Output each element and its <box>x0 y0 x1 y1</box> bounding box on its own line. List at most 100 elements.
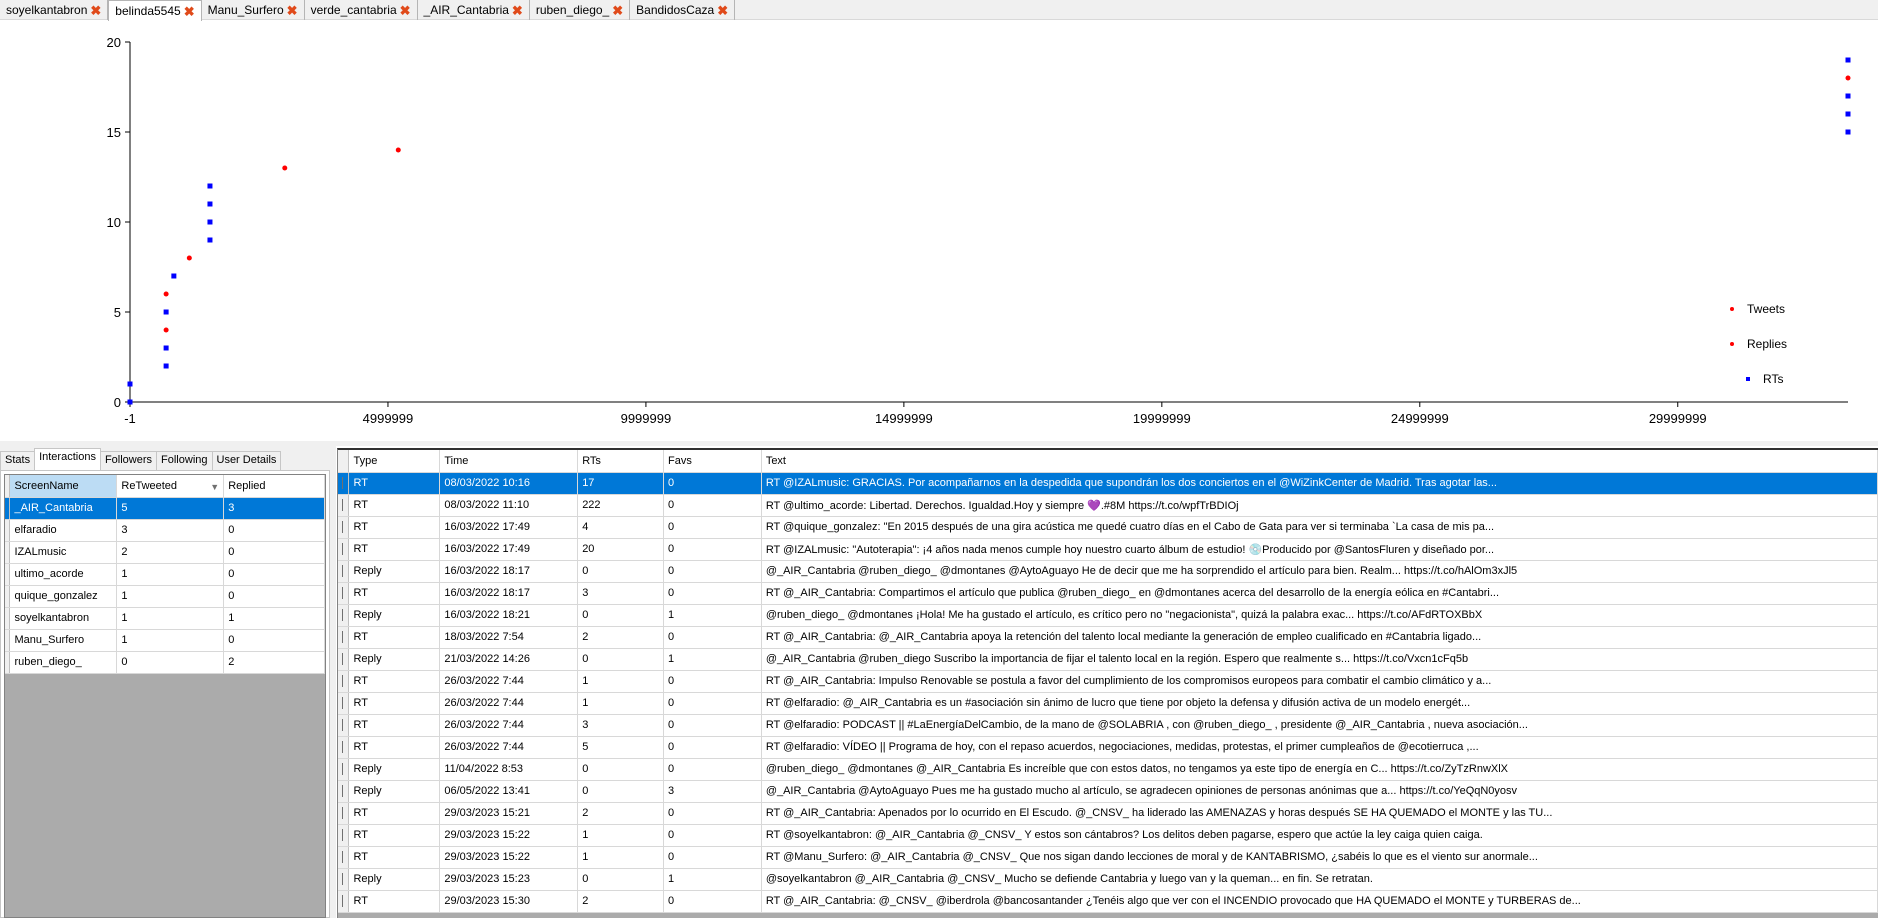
user-tab-6[interactable]: BandidosCaza ✖ <box>630 0 736 20</box>
table-row[interactable]: RT 18/03/2022 7:54 2 0 RT @_AIR_Cantabria: @… <box>338 626 1878 649</box>
user-tab-2[interactable]: Manu_Surfero ✖ <box>202 0 305 20</box>
table-cell: Reply <box>348 758 441 781</box>
row-header[interactable] <box>338 780 350 803</box>
user-tab-5[interactable]: ruben_diego_ ✖ <box>530 0 631 20</box>
table-cell: RT @_AIR_Cantabria: Apenados por lo ocur… <box>761 802 1878 825</box>
table-row[interactable]: Reply 06/05/2022 13:41 0 3 @_AIR_Cantabria @… <box>338 780 1878 803</box>
column-header-label: ReTweeted <box>121 479 178 492</box>
user-tab-label: BandidosCaza <box>636 3 715 17</box>
table-row[interactable]: RT 26/03/2022 7:44 1 0 RT @_AIR_Cantabria: I… <box>338 670 1878 693</box>
table-row[interactable]: RT 29/03/2023 15:22 1 0 RT @soyelkantabron: … <box>338 824 1878 847</box>
row-header[interactable] <box>338 560 350 583</box>
column-header-rts[interactable]: RTs <box>577 450 665 473</box>
table-row[interactable]: RT 29/03/2023 15:30 2 0 RT @_AIR_Cantabria: … <box>338 890 1878 913</box>
tab-interactions[interactable]: Interactions <box>34 448 101 470</box>
row-header[interactable] <box>338 472 350 495</box>
row-header[interactable] <box>338 802 350 825</box>
table-row[interactable]: RT 08/03/2022 10:16 17 0 RT @IZALmusic: GRAC… <box>338 472 1878 495</box>
column-header-favs[interactable]: Favs <box>663 450 762 473</box>
row-header[interactable] <box>338 648 350 671</box>
row-header[interactable] <box>338 714 350 737</box>
table-row[interactable]: RT 26/03/2022 7:44 3 0 RT @elfaradio: PODCAS… <box>338 714 1878 737</box>
row-header[interactable] <box>338 494 350 517</box>
table-cell: RT <box>348 802 441 825</box>
row-header[interactable] <box>338 538 350 561</box>
user-tab-3[interactable]: verde_cantabria ✖ <box>305 0 418 20</box>
table-cell: 0 <box>663 472 762 495</box>
close-icon[interactable]: ✖ <box>717 4 728 17</box>
interactions-grid[interactable]: ScreenName ReTweeted ▼ Replied _AIR_Cantabr… <box>4 474 326 918</box>
table-cell: 0 <box>663 626 762 649</box>
table-cell: 1 <box>116 629 225 652</box>
column-header-text[interactable]: Text <box>761 450 1878 473</box>
table-row[interactable]: RT 26/03/2022 7:44 1 0 RT @elfaradio: @_AIR_… <box>338 692 1878 715</box>
row-header[interactable] <box>338 868 350 891</box>
row-header[interactable] <box>338 692 350 715</box>
column-header-screenname[interactable]: ScreenName <box>9 475 118 498</box>
close-icon[interactable]: ✖ <box>512 4 523 17</box>
column-header-type[interactable]: Type <box>348 450 441 473</box>
table-cell: 2 <box>577 890 665 913</box>
table-row[interactable]: RT 08/03/2022 11:10 222 0 RT @ultimo_acorde:… <box>338 494 1878 517</box>
row-header[interactable] <box>338 604 350 627</box>
table-row[interactable]: Reply 16/03/2022 18:21 0 1 @ruben_diego_ @dm… <box>338 604 1878 627</box>
vertical-splitter[interactable] <box>330 446 336 918</box>
tab-following[interactable]: Following <box>156 451 213 470</box>
row-header[interactable] <box>338 582 350 605</box>
table-row[interactable]: RT 16/03/2022 17:49 20 0 RT @IZALmusic: "Aut… <box>338 538 1878 561</box>
column-header-replied[interactable]: Replied <box>223 475 325 498</box>
table-row[interactable]: RT 26/03/2022 7:44 5 0 RT @elfaradio: VÍDEO … <box>338 736 1878 759</box>
table-row[interactable]: Reply 11/04/2022 8:53 0 0 @ruben_diego_ @dmo… <box>338 758 1878 781</box>
column-header-time[interactable]: Time <box>439 450 579 473</box>
row-header[interactable] <box>338 758 350 781</box>
tab-followers[interactable]: Followers <box>99 451 158 470</box>
user-tab-1[interactable]: belinda5545 ✖ <box>108 0 202 21</box>
user-tab-0[interactable]: soyelkantabron ✖ <box>0 0 109 20</box>
rts-point <box>207 201 213 207</box>
table-row[interactable]: RT 16/03/2022 17:49 4 0 RT @quique_gonzalez:… <box>338 516 1878 539</box>
table-row[interactable]: ruben_diego_ 0 2 <box>5 651 325 674</box>
table-row[interactable]: soyelkantabron 1 1 <box>5 607 325 630</box>
table-row[interactable]: Manu_Surfero 1 0 <box>5 629 325 652</box>
row-header[interactable] <box>338 736 350 759</box>
table-cell: RT @elfaradio: PODCAST || #LaEnergíaDelC… <box>761 714 1878 737</box>
row-header[interactable] <box>338 670 350 693</box>
close-icon[interactable]: ✖ <box>287 4 298 17</box>
tab-stats[interactable]: Stats <box>0 451 36 470</box>
close-icon[interactable]: ✖ <box>612 4 623 17</box>
tweets-grid[interactable]: Type Time RTs Favs Text RT 08/03/2022 10:16 17… <box>337 448 1878 918</box>
row-header[interactable] <box>338 824 350 847</box>
table-row[interactable]: RT 29/03/2023 15:22 1 0 RT @Manu_Surfero: @_… <box>338 846 1878 869</box>
row-header[interactable] <box>338 626 350 649</box>
table-row[interactable]: RT 16/03/2022 18:17 3 0 RT @_AIR_Cantabria: … <box>338 582 1878 605</box>
tab-user-details[interactable]: User Details <box>211 451 282 470</box>
close-icon[interactable]: ✖ <box>400 4 411 17</box>
x-tick-label: 4999999 <box>363 411 414 426</box>
table-row[interactable]: elfaradio 3 0 <box>5 519 325 542</box>
table-cell: RT <box>348 538 441 561</box>
row-header[interactable] <box>338 890 350 913</box>
rts-point <box>207 183 213 189</box>
rts-point <box>127 399 133 405</box>
rts-point <box>207 219 213 225</box>
row-header[interactable] <box>338 516 350 539</box>
table-row[interactable]: Reply 16/03/2022 18:17 0 0 @_AIR_Cantabria @… <box>338 560 1878 583</box>
table-cell: 2 <box>223 651 325 674</box>
close-icon[interactable]: ✖ <box>184 5 195 18</box>
column-header-retweeted[interactable]: ReTweeted ▼ <box>116 475 225 498</box>
user-tab-4[interactable]: _AIR_Cantabria ✖ <box>418 0 530 20</box>
table-cell: 1 <box>577 670 665 693</box>
table-row[interactable]: _AIR_Cantabria 5 3 <box>5 497 325 520</box>
row-header[interactable] <box>338 846 350 869</box>
table-cell: 1 <box>116 585 225 608</box>
table-row[interactable]: Reply 21/03/2022 14:26 0 1 @_AIR_Cantabria @… <box>338 648 1878 671</box>
close-icon[interactable]: ✖ <box>90 4 101 17</box>
table-row[interactable]: IZALmusic 2 0 <box>5 541 325 564</box>
table-row[interactable]: ultimo_acorde 1 0 <box>5 563 325 586</box>
user-tab-label: Manu_Surfero <box>207 3 284 17</box>
table-row[interactable]: RT 29/03/2023 15:21 2 0 RT @_AIR_Cantabria: … <box>338 802 1878 825</box>
rts-point <box>207 237 213 243</box>
table-cell: 29/03/2023 15:21 <box>439 802 579 825</box>
table-row[interactable]: Reply 29/03/2023 15:23 0 1 @soyelkantabron @… <box>338 868 1878 891</box>
table-row[interactable]: quique_gonzalez 1 0 <box>5 585 325 608</box>
